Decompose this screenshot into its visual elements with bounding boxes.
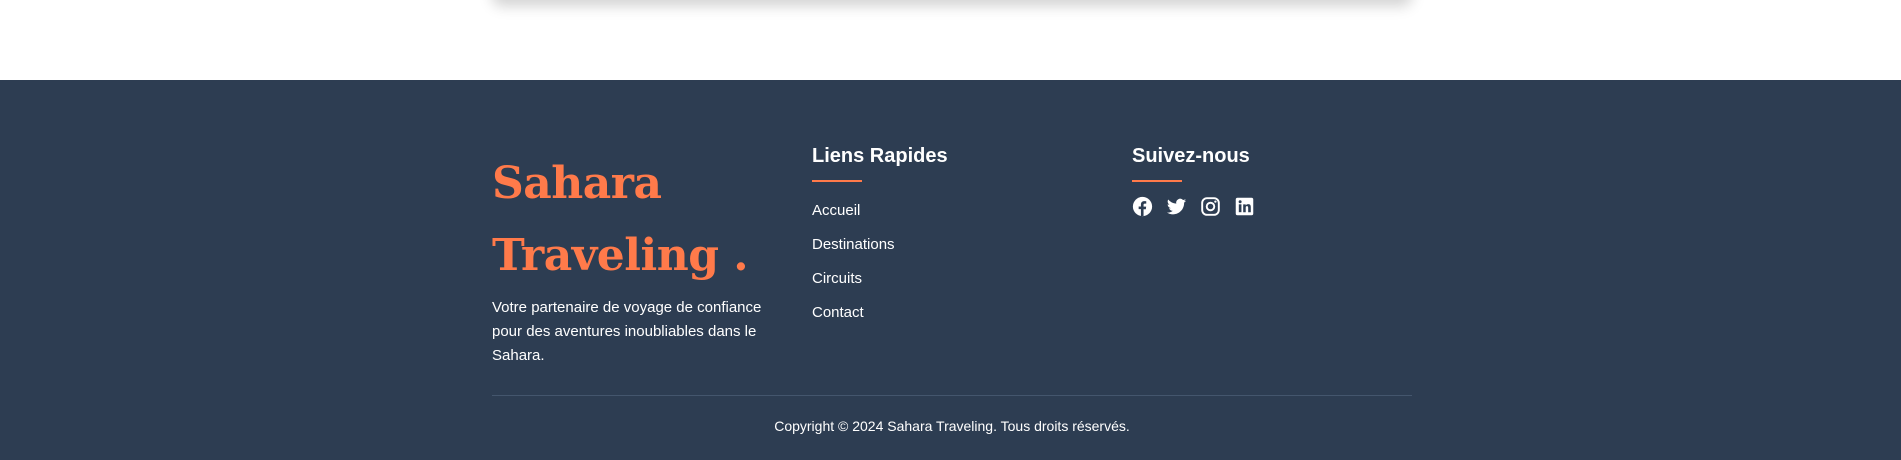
title-underline <box>812 180 862 182</box>
quick-links-section: Liens Rapides Accueil Destinations Circu… <box>812 144 1072 330</box>
quick-links-list: Accueil Destinations Circuits Contact <box>812 194 1072 330</box>
footer-link-circuits[interactable]: Circuits <box>812 262 1072 296</box>
footer-divider <box>492 395 1412 396</box>
copyright-text: Copyright © 2024 Sahara Traveling. Tous … <box>774 418 1130 434</box>
linkedin-icon[interactable] <box>1234 196 1255 217</box>
social-icons <box>1132 196 1392 217</box>
brand-tagline: Votre partenaire de voyage de confiance … <box>492 299 762 364</box>
footer-link-contact[interactable]: Contact <box>812 296 1072 330</box>
quick-links-title: Liens Rapides <box>812 145 948 167</box>
footer-brand: Sahara Traveling . Votre partenaire de v… <box>492 148 782 368</box>
content-area <box>0 0 1901 80</box>
title-underline <box>1132 180 1182 182</box>
footer-link-destinations[interactable]: Destinations <box>812 228 1072 262</box>
footer-link-accueil[interactable]: Accueil <box>812 194 1072 228</box>
twitter-icon[interactable] <box>1166 196 1187 217</box>
instagram-icon[interactable] <box>1200 196 1221 217</box>
site-footer: Sahara Traveling . Votre partenaire de v… <box>0 80 1901 460</box>
social-section: Suivez-nous <box>1132 144 1392 217</box>
brand-logo[interactable]: Sahara Traveling . <box>492 148 782 292</box>
facebook-icon[interactable] <box>1132 196 1153 217</box>
social-title: Suivez-nous <box>1132 145 1250 167</box>
brand-name-line2: Traveling . <box>492 230 749 281</box>
brand-name-line1: Sahara <box>492 158 662 209</box>
